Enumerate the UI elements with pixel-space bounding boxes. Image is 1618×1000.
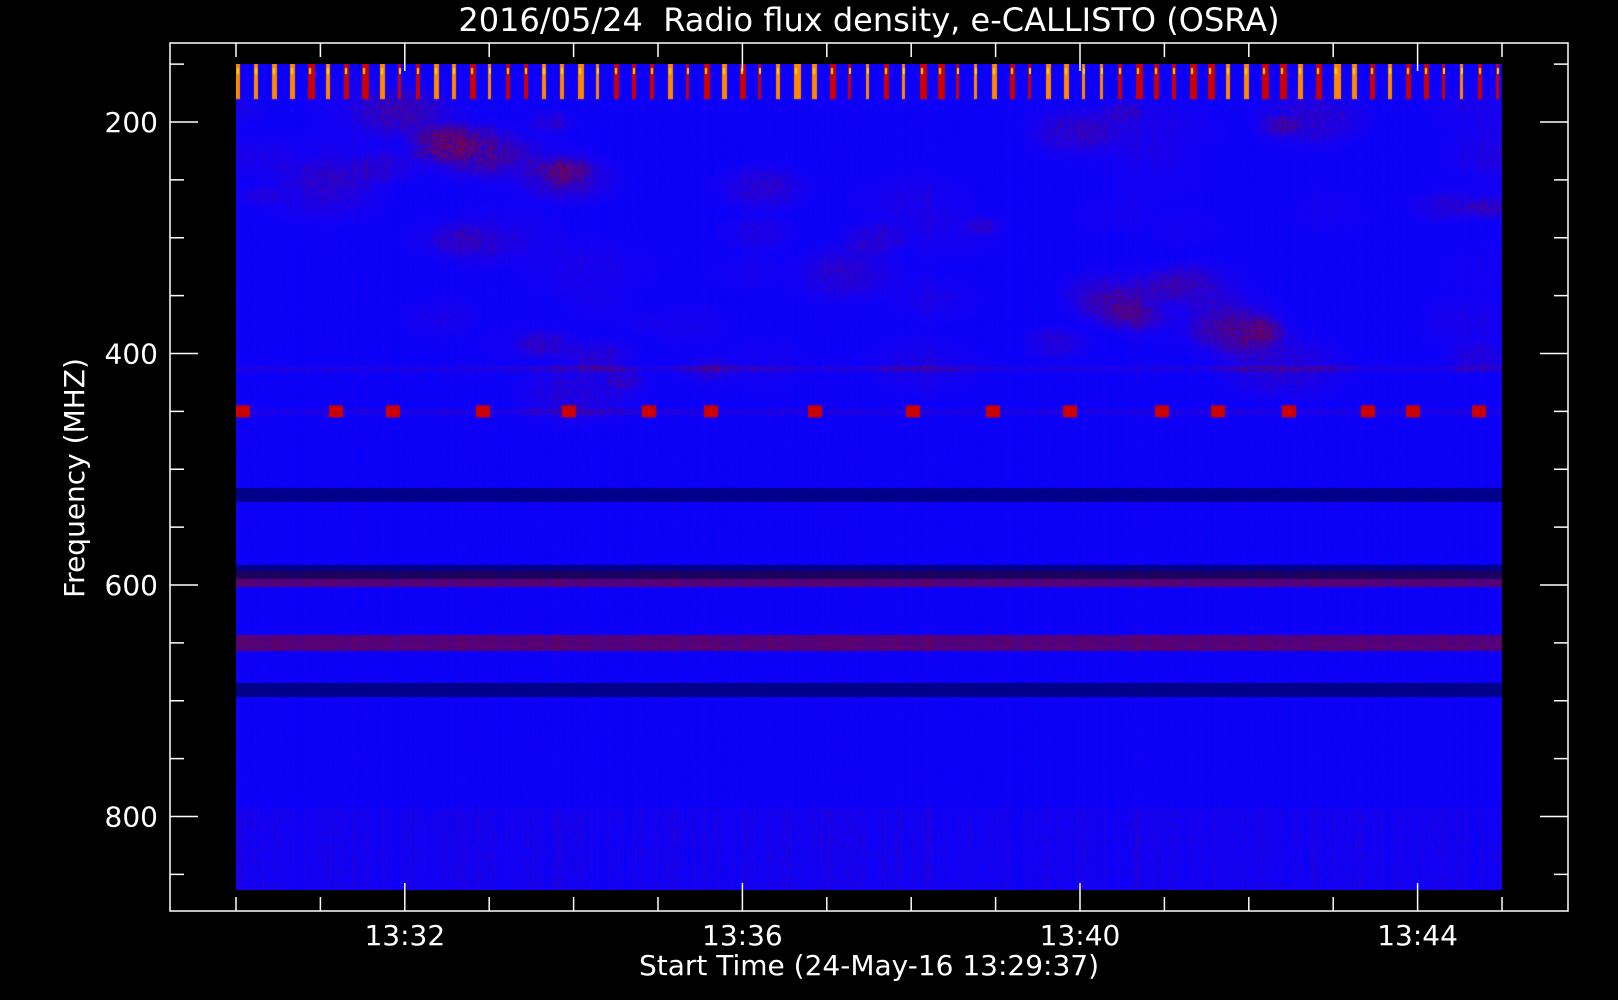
spectrogram-chart: 2016/05/24 Radio flux density, e-CALLIST… xyxy=(0,0,1618,1000)
x-tick-label: 13:36 xyxy=(702,919,783,952)
chart-title: 2016/05/24 Radio flux density, e-CALLIST… xyxy=(458,1,1279,39)
spectrogram-image xyxy=(236,64,1502,890)
y-tick-label: 600 xyxy=(105,569,158,602)
x-tick-label: 13:40 xyxy=(1040,919,1121,952)
y-tick-label: 400 xyxy=(105,338,158,371)
x-tick-label: 13:32 xyxy=(364,919,445,952)
x-axis-label: Start Time (24-May-16 13:29:37) xyxy=(639,949,1099,982)
y-tick-label: 800 xyxy=(105,801,158,834)
y-axis-label: Frequency (MHZ) xyxy=(58,358,91,598)
y-tick-label: 200 xyxy=(105,106,158,139)
x-tick-label: 13:44 xyxy=(1377,919,1458,952)
plot-area xyxy=(236,64,1502,890)
